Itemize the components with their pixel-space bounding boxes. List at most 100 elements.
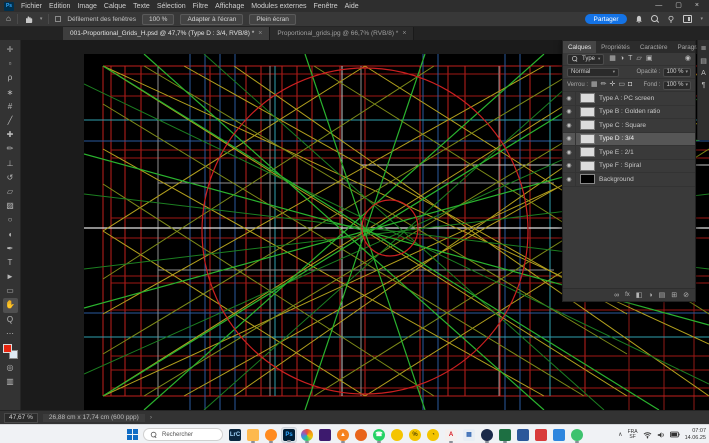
collapsed-layers-icon[interactable]: ≣	[701, 44, 707, 52]
visibility-toggle[interactable]: ◉	[563, 173, 576, 186]
taskbar-search[interactable]: Rechercher	[143, 428, 223, 441]
layer-mask-icon[interactable]: ◧	[636, 291, 643, 299]
menu-item-filtre[interactable]: Filtre	[193, 3, 209, 10]
quick-mask-button[interactable]: ◎	[3, 361, 18, 375]
lock-icon-0[interactable]: ▦	[591, 81, 598, 89]
layer-row[interactable]: ◉Type C : Square	[563, 119, 695, 133]
scroll-all-windows-checkbox[interactable]	[55, 16, 61, 22]
menu-item-modules-externes[interactable]: Modules externes	[251, 3, 306, 10]
screen-mode-button[interactable]: ▥	[3, 375, 18, 389]
quick-selection-tool[interactable]: ∗	[3, 86, 18, 100]
visibility-toggle[interactable]: ◉	[563, 146, 576, 159]
menu-item-image[interactable]: Image	[77, 3, 96, 10]
collapsed-character-icon[interactable]: A	[701, 70, 706, 77]
layer-filter-select[interactable]: Type▾	[567, 54, 604, 65]
foreground-color-swatch[interactable]	[3, 344, 12, 353]
red-app-icon[interactable]	[533, 427, 549, 443]
lock-icon-3[interactable]: ▭	[618, 81, 625, 89]
close-button[interactable]: ×	[695, 0, 699, 12]
menu-item-affichage[interactable]: Affichage	[215, 3, 244, 10]
status-zoom-field[interactable]: 47,67 %	[4, 413, 38, 423]
filter-type-icon-4[interactable]: ▣	[646, 55, 653, 63]
layer-row[interactable]: ◉Background	[563, 173, 695, 187]
notifications-bell-icon[interactable]	[635, 15, 643, 24]
layer-row[interactable]: ◉Type A : PC screen	[563, 92, 695, 106]
layer-style-icon[interactable]: fx	[625, 292, 630, 298]
blue-app-2-icon[interactable]	[551, 427, 567, 443]
zoom-100-button[interactable]: 100 %	[142, 14, 174, 25]
blend-mode-select[interactable]: Normal▾	[567, 68, 619, 77]
layer-row[interactable]: ◉Type B : Golden ratio	[563, 106, 695, 120]
dodge-tool[interactable]: ◖	[3, 227, 18, 241]
clone-stamp-tool[interactable]: ⊥	[3, 157, 18, 171]
layer-row[interactable]: ◉Type F : Spiral	[563, 160, 695, 174]
gradient-tool[interactable]: ▨	[3, 199, 18, 213]
status-options-chevron[interactable]: ›	[150, 414, 152, 421]
filter-pin-icon[interactable]: ◉	[685, 55, 691, 63]
hand-tool-icon[interactable]	[24, 14, 34, 24]
panel-tab-calques[interactable]: Calques	[563, 41, 596, 53]
shape-tool[interactable]: ▭	[3, 284, 18, 298]
orange-app-icon[interactable]	[353, 427, 369, 443]
photoshop-icon[interactable]: Ps	[281, 427, 297, 443]
file-explorer-icon[interactable]	[245, 427, 261, 443]
visibility-toggle[interactable]: ◉	[563, 92, 576, 105]
language-indicator[interactable]: FRA SF	[628, 430, 638, 440]
search-icon[interactable]	[651, 15, 659, 23]
layer-group-icon[interactable]: ▤	[659, 291, 666, 299]
hand-tool[interactable]: ✋	[3, 298, 18, 312]
visibility-toggle[interactable]: ◉	[563, 119, 576, 132]
healing-brush-tool[interactable]: ✚	[3, 128, 18, 142]
firefox-icon[interactable]	[263, 427, 279, 443]
tray-overflow-chevron[interactable]: ∧	[618, 431, 622, 438]
marquee-tool[interactable]: ▫	[3, 57, 18, 71]
lock-icon-4[interactable]: ◘	[628, 81, 632, 89]
chevron-down-icon[interactable]: ▾	[700, 16, 703, 22]
whatsapp-icon[interactable]: ☎	[371, 427, 387, 443]
document-tab-2[interactable]: Proportional_grids.jpg @ 66,7% (RVB/8) *…	[270, 27, 414, 40]
share-button[interactable]: Partager	[585, 14, 628, 24]
menu-item-texte[interactable]: Texte	[133, 3, 150, 10]
close-icon[interactable]: ×	[258, 30, 262, 37]
panel-tab-propriétés[interactable]: Propriétés	[596, 41, 635, 53]
collapsed-libraries-icon[interactable]: ▤	[700, 57, 707, 65]
menu-item-aide[interactable]: Aide	[345, 3, 359, 10]
menu-item-fenêtre[interactable]: Fenêtre	[314, 3, 338, 10]
lock-icon-1[interactable]: ✏	[601, 81, 607, 89]
home-icon[interactable]: ⌂	[6, 14, 11, 24]
pen-tool[interactable]: ✒	[3, 242, 18, 256]
workspace-switcher-icon[interactable]	[683, 15, 692, 23]
visibility-toggle[interactable]: ◉	[563, 133, 576, 146]
green-app-icon[interactable]	[497, 427, 513, 443]
path-selection-tool[interactable]: ►	[3, 270, 18, 284]
visibility-toggle[interactable]: ◉	[563, 106, 576, 119]
eyedropper-tool[interactable]: ╱	[3, 114, 18, 128]
vlc-icon[interactable]: ▲	[335, 427, 351, 443]
opacity-value[interactable]: 100 %▾	[663, 68, 691, 77]
filter-type-icon-3[interactable]: ▱	[636, 55, 641, 63]
history-brush-tool[interactable]: ↺	[3, 171, 18, 185]
adjustment-layer-icon[interactable]: ◑	[648, 292, 652, 299]
discover-bulb-icon[interactable]	[667, 15, 675, 24]
color-swatches[interactable]	[3, 344, 18, 359]
move-tool[interactable]: ✛	[3, 43, 18, 57]
crop-tool[interactable]: #	[3, 100, 18, 114]
menu-item-edition[interactable]: Edition	[49, 3, 70, 10]
battery-icon[interactable]	[670, 431, 680, 438]
layer-row[interactable]: ◉Type E : 2/1	[563, 146, 695, 160]
visibility-toggle[interactable]: ◉	[563, 160, 576, 173]
wifi-icon[interactable]	[643, 431, 652, 439]
blur-tool[interactable]: ○	[3, 213, 18, 227]
eraser-tool[interactable]: ▱	[3, 185, 18, 199]
acrobat-icon[interactable]: A	[443, 427, 459, 443]
new-layer-icon[interactable]: ⊞	[671, 291, 677, 299]
calculator-icon[interactable]: ▦	[461, 427, 477, 443]
photos-icon[interactable]	[299, 427, 315, 443]
start-button[interactable]	[126, 428, 139, 441]
fit-screen-button[interactable]: Adapter à l'écran	[180, 14, 243, 25]
layer-row[interactable]: ◉Type D : 3/4	[563, 133, 695, 147]
purple-app-icon[interactable]	[317, 427, 333, 443]
menu-item-calque[interactable]: Calque	[104, 3, 126, 10]
filter-type-icon-1[interactable]: ◑	[620, 55, 624, 63]
brush-tool[interactable]: ✏	[3, 142, 18, 156]
